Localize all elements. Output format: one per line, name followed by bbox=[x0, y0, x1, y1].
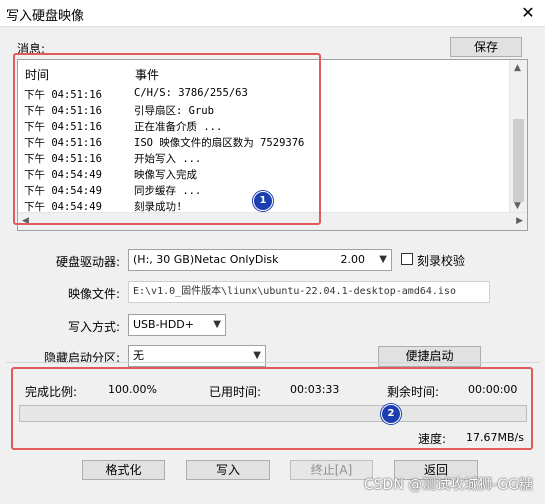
drive-select-value: (H:, 30 GB)Netac OnlyDisk bbox=[133, 253, 279, 266]
chevron-down-icon: ▼ bbox=[213, 319, 221, 330]
scroll-up-icon[interactable]: ▲ bbox=[514, 63, 521, 73]
hidden-partition-value: 无 bbox=[133, 349, 144, 362]
drive-select[interactable]: (H:, 30 GB)Netac OnlyDisk 2.00 ▼ bbox=[128, 249, 392, 271]
hidden-partition-label: 隐藏启动分区: bbox=[44, 351, 121, 365]
scroll-right-icon[interactable]: ▶ bbox=[516, 216, 523, 226]
watermark: CSDN @测试攻城狮-GG糖 bbox=[363, 477, 533, 493]
save-button[interactable]: 保存 bbox=[450, 37, 522, 57]
quick-boot-button[interactable]: 便捷启动 bbox=[378, 346, 481, 367]
highlight-box-progress bbox=[11, 367, 533, 450]
image-file-label: 映像文件: bbox=[68, 287, 121, 301]
annotation-badge-1: 1 bbox=[253, 191, 273, 211]
write-button[interactable]: 写入 bbox=[186, 460, 270, 480]
highlight-box-log bbox=[13, 53, 321, 225]
close-icon[interactable]: ✕ bbox=[515, 2, 541, 24]
abort-button[interactable]: 终止[A] bbox=[290, 460, 373, 480]
write-disk-image-dialog: 写入硬盘映像 ✕ 消息: 保存 时间 事件 下午 04:51:16 C/H/S: … bbox=[0, 0, 545, 504]
image-file-field[interactable]: E:\v1.0_固件版本\liunx\ubuntu-22.04.1-deskto… bbox=[128, 281, 490, 303]
scroll-thumb[interactable] bbox=[513, 119, 524, 202]
title-bar: 写入硬盘映像 ✕ bbox=[0, 0, 545, 27]
divider bbox=[6, 362, 539, 363]
write-mode-value: USB-HDD+ bbox=[133, 318, 194, 331]
write-mode-label: 写入方式: bbox=[68, 320, 121, 334]
drive-label: 硬盘驱动器: bbox=[56, 255, 121, 269]
hidden-partition-select[interactable]: 无 ▼ bbox=[128, 345, 266, 367]
vertical-scrollbar[interactable]: ▲ ▼ bbox=[509, 60, 527, 214]
format-button[interactable]: 格式化 bbox=[82, 460, 165, 480]
verify-checkbox[interactable] bbox=[401, 253, 413, 265]
chevron-down-icon: ▼ bbox=[379, 254, 387, 265]
annotation-badge-2: 2 bbox=[381, 404, 401, 424]
verify-label: 刻录校验 bbox=[417, 254, 466, 268]
write-mode-select[interactable]: USB-HDD+ ▼ bbox=[128, 314, 226, 336]
chevron-down-icon: ▼ bbox=[253, 350, 261, 361]
window-title: 写入硬盘映像 bbox=[6, 9, 85, 24]
scroll-down-icon[interactable]: ▼ bbox=[514, 201, 521, 211]
drive-version: 2.00 bbox=[340, 253, 366, 266]
